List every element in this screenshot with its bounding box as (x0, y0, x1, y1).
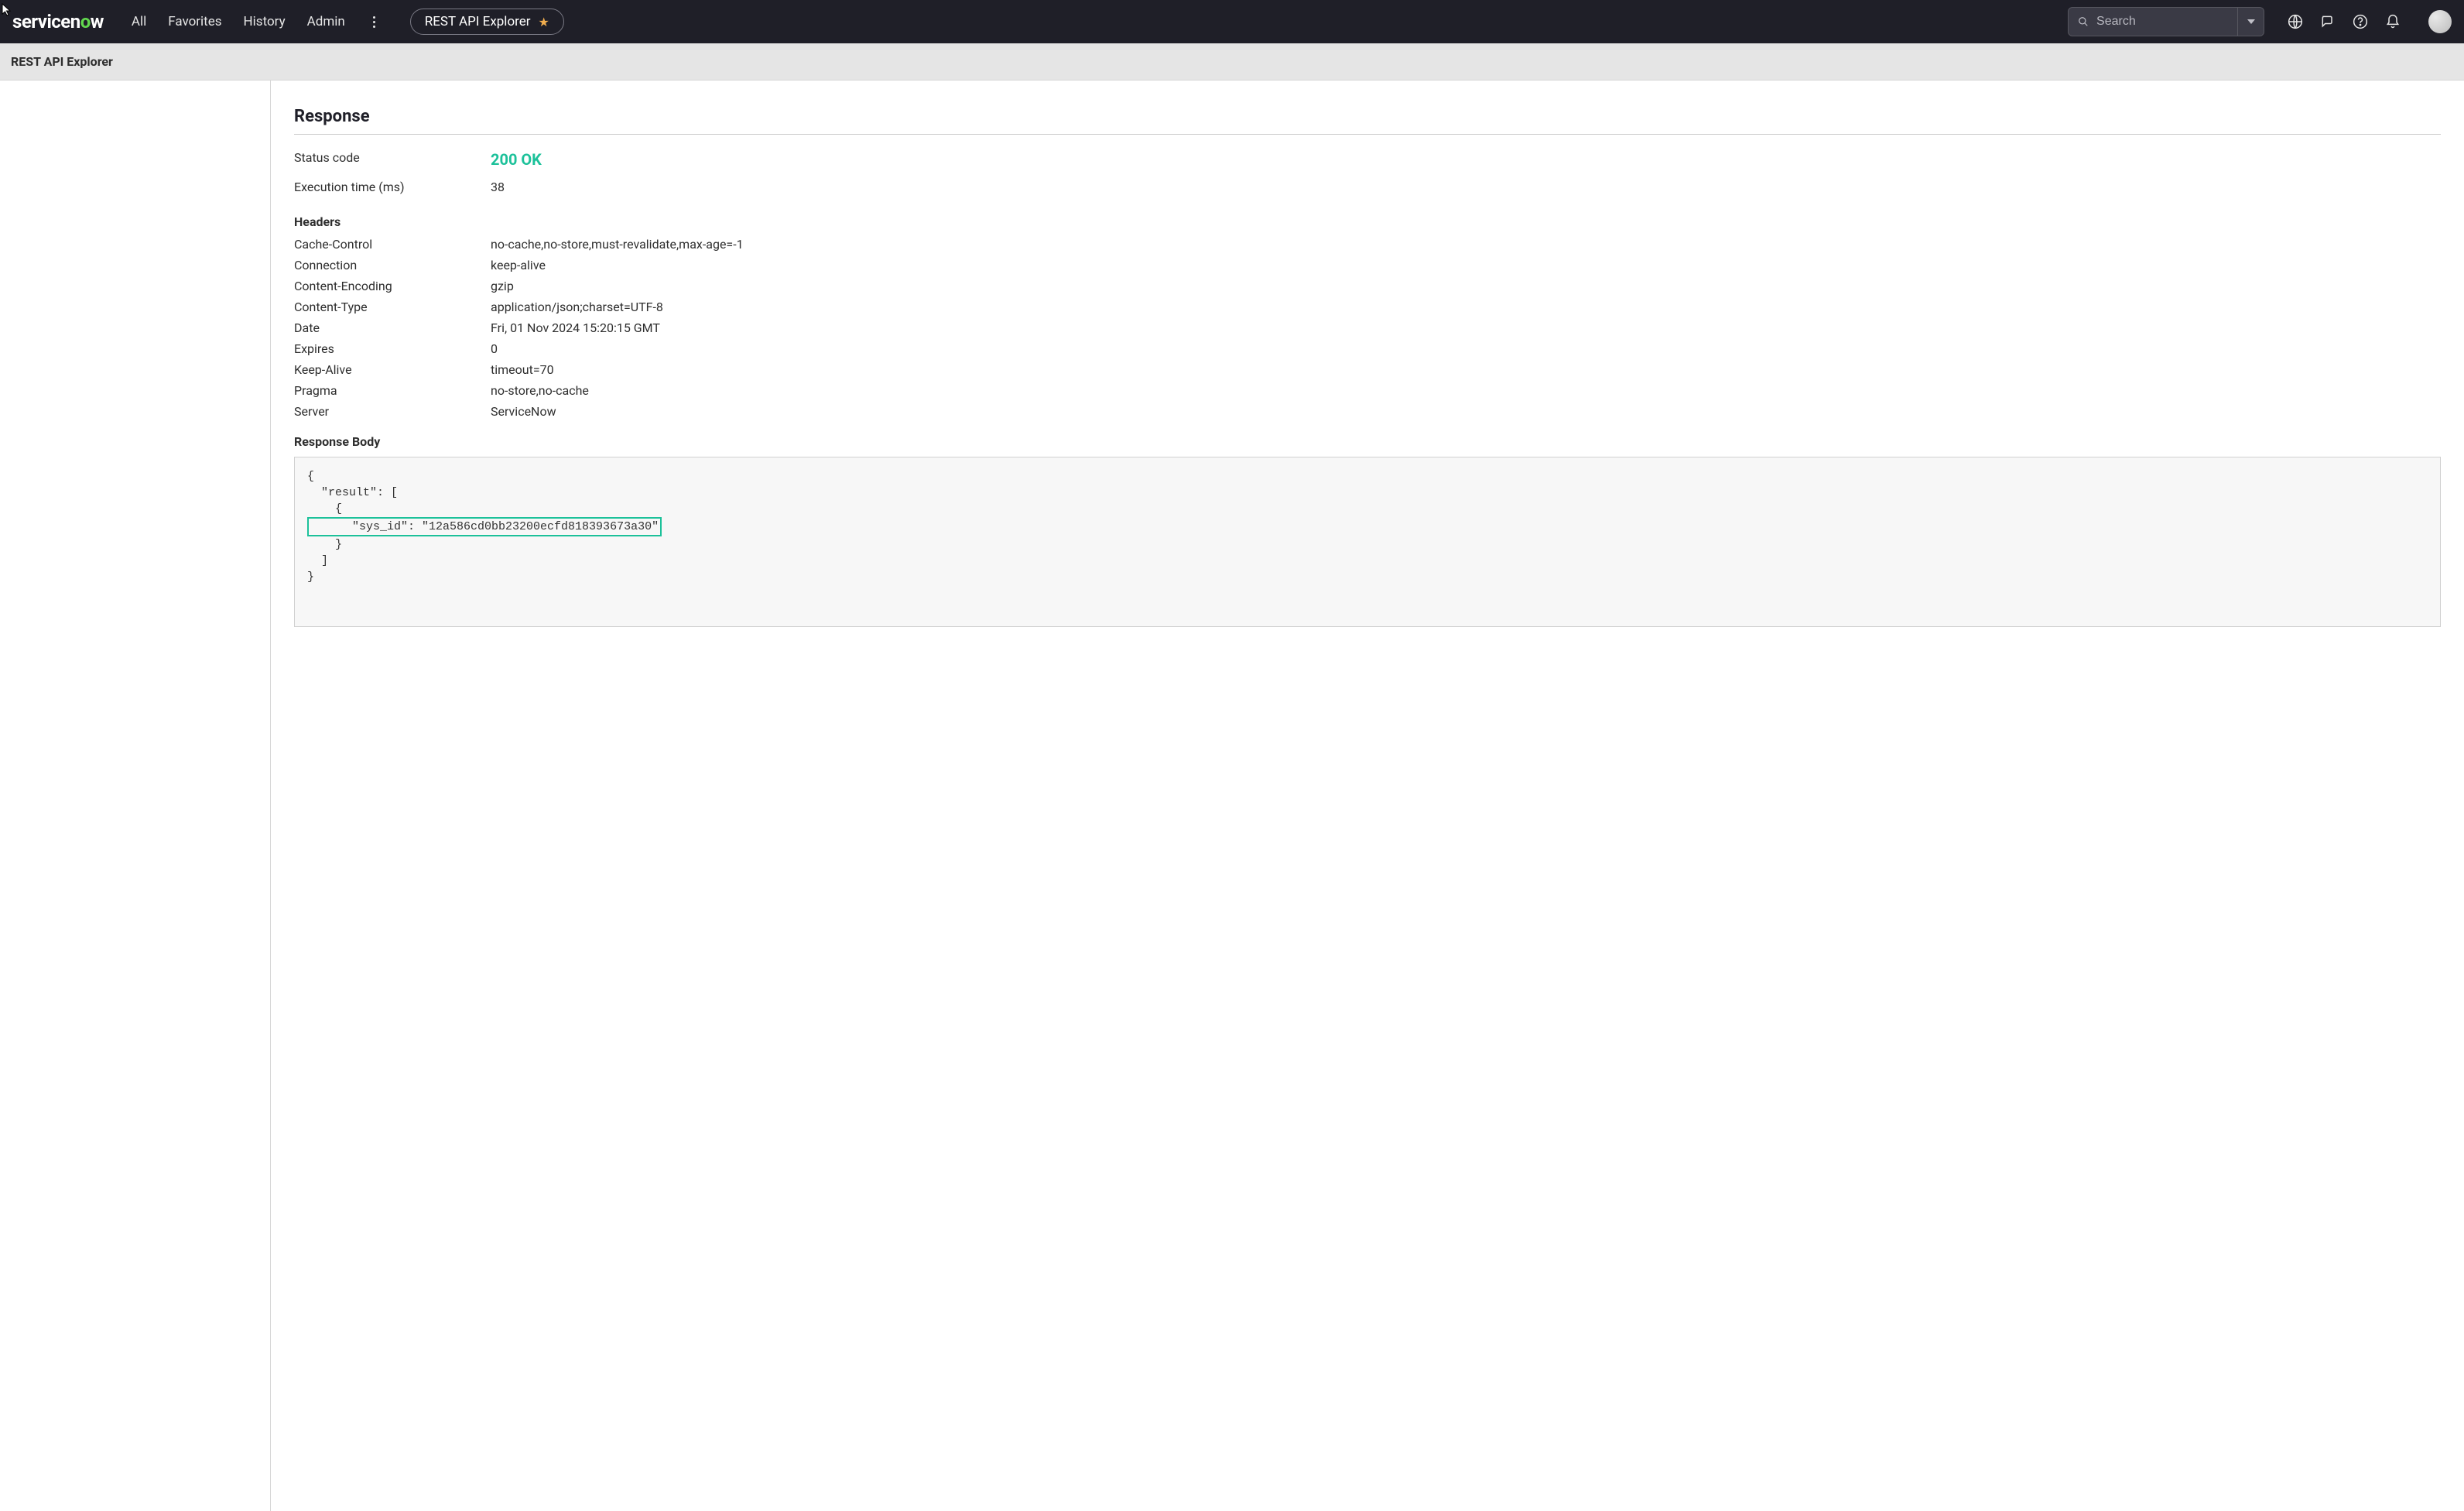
headers-title: Headers (294, 214, 2441, 229)
body-line: { (307, 502, 342, 516)
header-row: Cache-Controlno-cache,no-store,must-reva… (294, 237, 2441, 252)
logo-text-post: w (91, 11, 104, 33)
nav-admin[interactable]: Admin (307, 14, 345, 29)
body-line: } (307, 538, 342, 551)
headers-list: Cache-Controlno-cache,no-store,must-reva… (294, 237, 2441, 419)
status-label: Status code (294, 150, 491, 169)
body-line: ] (307, 554, 328, 567)
exec-time-label: Execution time (ms) (294, 180, 491, 194)
header-value: no-store,no-cache (491, 383, 589, 398)
header-row: ServerServiceNow (294, 404, 2441, 419)
nav-favorites[interactable]: Favorites (168, 14, 221, 29)
response-body-title: Response Body (294, 434, 2441, 449)
bell-icon[interactable] (2385, 14, 2401, 29)
main-content: Response Status code 200 OK Execution ti… (271, 81, 2464, 1511)
header-value: gzip (491, 279, 514, 293)
nav-all[interactable]: All (132, 14, 146, 29)
chat-icon[interactable] (2320, 14, 2336, 29)
body-line: { (307, 470, 314, 483)
header-row: Connectionkeep-alive (294, 258, 2441, 272)
current-page-pill[interactable]: REST API Explorer ★ (410, 9, 564, 35)
subheader-title: REST API Explorer (11, 54, 113, 69)
header-key: Keep-Alive (294, 362, 491, 377)
header-key: Cache-Control (294, 237, 491, 252)
body-line: "result": [ (307, 486, 398, 499)
pill-label: REST API Explorer (425, 14, 531, 29)
exec-time-value: 38 (491, 180, 505, 194)
status-value: 200 OK (491, 150, 542, 169)
header-key: Connection (294, 258, 491, 272)
search-wrap (2068, 7, 2264, 36)
header-key: Content-Encoding (294, 279, 491, 293)
body-wrap: Response Status code 200 OK Execution ti… (0, 81, 2464, 1511)
search-box[interactable] (2068, 7, 2238, 36)
header-key: Content-Type (294, 300, 491, 314)
user-avatar[interactable] (2428, 10, 2452, 33)
header-row: Content-Encodinggzip (294, 279, 2441, 293)
header-value: Fri, 01 Nov 2024 15:20:15 GMT (491, 320, 660, 335)
globe-icon[interactable] (2288, 14, 2303, 29)
subheader: REST API Explorer (0, 43, 2464, 81)
search-dropdown-button[interactable] (2238, 7, 2264, 36)
servicenow-logo: servicenow (12, 11, 104, 33)
header-row: Expires0 (294, 341, 2441, 356)
header-row: Pragmano-store,no-cache (294, 383, 2441, 398)
header-value: no-cache,no-store,must-revalidate,max-ag… (491, 237, 744, 252)
body-line: } (307, 570, 314, 584)
help-icon[interactable] (2353, 14, 2368, 29)
sidebar (0, 81, 271, 1511)
search-input[interactable] (2096, 15, 2228, 29)
header-value: timeout=70 (491, 362, 554, 377)
caret-down-icon (2247, 19, 2255, 24)
header-row: Keep-Alivetimeout=70 (294, 362, 2441, 377)
header-value: ServiceNow (491, 404, 556, 419)
exec-time-row: Execution time (ms) 38 (294, 180, 2441, 194)
header-value: application/json;charset=UTF-8 (491, 300, 663, 314)
top-icons (2288, 10, 2452, 33)
nav-history[interactable]: History (244, 14, 286, 29)
header-value: 0 (491, 341, 498, 356)
header-key: Server (294, 404, 491, 419)
more-menu-icon[interactable] (367, 14, 382, 29)
header-key: Date (294, 320, 491, 335)
response-body-box[interactable]: { "result": [ { "sys_id": "12a586cd0bb23… (294, 457, 2441, 627)
star-icon[interactable]: ★ (539, 15, 549, 29)
header-key: Expires (294, 341, 491, 356)
search-icon (2078, 15, 2089, 28)
highlighted-sys-id: "sys_id": "12a586cd0bb23200ecfd818393673… (307, 517, 662, 536)
header-key: Pragma (294, 383, 491, 398)
header-row: Content-Typeapplication/json;charset=UTF… (294, 300, 2441, 314)
header-value: keep-alive (491, 258, 546, 272)
header-row: DateFri, 01 Nov 2024 15:20:15 GMT (294, 320, 2441, 335)
nav-items: All Favorites History Admin (132, 14, 345, 29)
status-row: Status code 200 OK (294, 150, 2441, 169)
logo-text-pre: servicen (12, 11, 80, 33)
top-navbar: servicenow All Favorites History Admin R… (0, 0, 2464, 43)
logo-text-o: o (80, 11, 91, 33)
response-title: Response (294, 107, 2441, 135)
